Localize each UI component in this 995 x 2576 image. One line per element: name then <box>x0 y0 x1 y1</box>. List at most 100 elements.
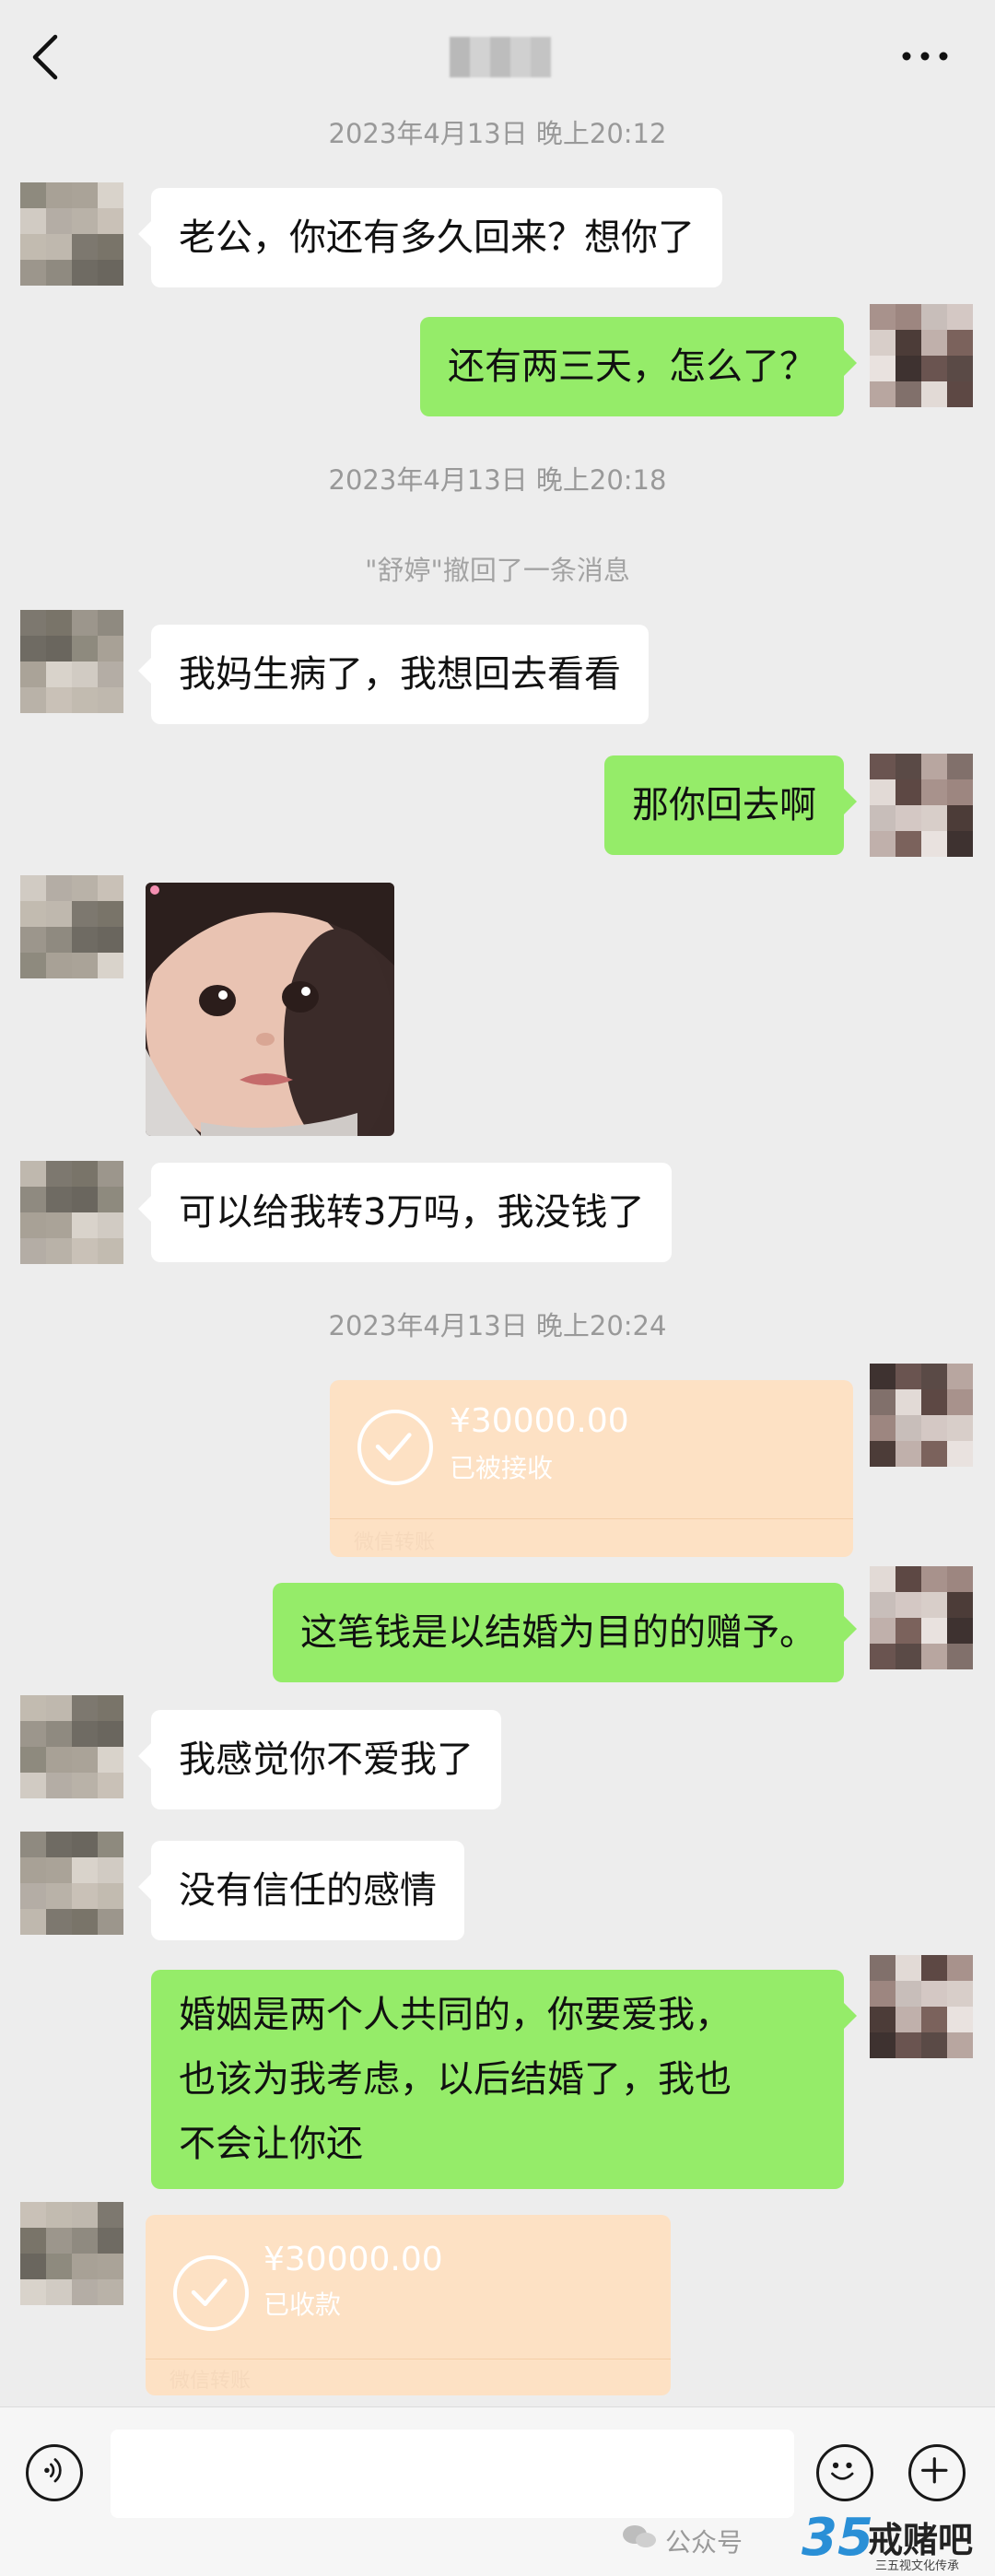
message-line: 也该为我考虑，以后结婚了，我也 <box>179 2058 732 2101</box>
avatar-pixel <box>20 1212 46 1238</box>
avatar-pixel <box>20 875 46 901</box>
avatar-pixel <box>896 2032 921 2058</box>
avatar-pixel <box>98 2228 123 2254</box>
avatar-pixel <box>98 636 123 662</box>
avatar-pixel <box>870 1644 896 1669</box>
avatar-pixel <box>72 1773 98 1798</box>
avatar-pixel <box>98 901 123 927</box>
avatar-her[interactable] <box>20 610 123 713</box>
message-me[interactable]: 还有两三天，怎么了？ <box>420 317 857 416</box>
avatar-pixel <box>947 1364 973 1389</box>
avatar-me[interactable] <box>870 1364 973 1467</box>
avatar-her[interactable] <box>20 1832 123 1935</box>
voice-icon[interactable] <box>26 2444 83 2501</box>
avatar-pixel <box>947 1955 973 1981</box>
message-her[interactable]: 没有信任的感情 <box>138 1841 464 1940</box>
avatar-pixel <box>98 1695 123 1721</box>
avatar-pixel <box>870 1415 896 1441</box>
avatar-pixel <box>98 953 123 978</box>
avatar-pixel <box>870 1592 896 1618</box>
avatar-pixel <box>896 1592 921 1618</box>
avatar-pixel <box>98 2279 123 2305</box>
avatar-her[interactable] <box>20 875 123 978</box>
avatar-me[interactable] <box>870 1566 973 1669</box>
avatar-pixel <box>921 1566 947 1592</box>
chevron-left-icon[interactable] <box>26 31 66 83</box>
avatar-pixel <box>870 330 896 356</box>
avatar-pixel <box>870 304 896 330</box>
avatar-pixel <box>870 831 896 857</box>
avatar-pixel <box>72 610 98 636</box>
transfer-card-sent[interactable]: ¥30000.00 已被接收 微信转账 <box>330 1380 853 1557</box>
avatar-pixel <box>46 234 72 260</box>
avatar-pixel <box>72 2202 98 2228</box>
avatar-pixel <box>921 1389 947 1415</box>
avatar-pixel <box>98 260 123 286</box>
message-me[interactable]: 那你回去啊 <box>604 755 857 855</box>
avatar-pixel <box>98 1857 123 1883</box>
image-message-child-photo[interactable] <box>146 883 394 1136</box>
avatar-pixel <box>98 234 123 260</box>
avatar-pixel <box>98 1883 123 1909</box>
avatar-pixel <box>921 1415 947 1441</box>
avatar-pixel <box>46 1187 72 1212</box>
avatar-pixel <box>947 2007 973 2032</box>
avatar-pixel <box>896 1618 921 1644</box>
avatar-pixel <box>72 1857 98 1883</box>
avatar-pixel <box>896 356 921 381</box>
avatar-pixel <box>870 805 896 831</box>
avatar-her[interactable] <box>20 2202 123 2305</box>
contact-name-blurred <box>450 37 551 77</box>
avatar-pixel <box>46 1695 72 1721</box>
avatar-pixel <box>947 831 973 857</box>
avatar-pixel <box>947 1415 973 1441</box>
avatar-pixel <box>870 779 896 805</box>
avatar-pixel <box>896 381 921 407</box>
watermark-slogan: 三五视文化传承 <box>875 2559 960 2573</box>
avatar-me[interactable] <box>870 1955 973 2058</box>
avatar-pixel <box>870 1441 896 1467</box>
avatar-pixel <box>20 2202 46 2228</box>
avatar-pixel <box>921 779 947 805</box>
avatar-pixel <box>98 927 123 953</box>
message-me[interactable]: 婚姻是两个人共同的，你要爱我， 也该为我考虑，以后结婚了，我也 不会让你还 <box>151 1970 857 2189</box>
top-bar <box>0 0 995 111</box>
more-dots-icon[interactable] <box>899 42 951 70</box>
avatar-pixel <box>46 1857 72 1883</box>
timestamp: 2023年4月13日 晚上20:18 <box>328 464 667 496</box>
avatar-pixel <box>20 2254 46 2279</box>
avatar-me[interactable] <box>870 754 973 857</box>
avatar-pixel <box>98 1212 123 1238</box>
message-her[interactable]: 老公，你还有多久回来？想你了 <box>138 188 722 287</box>
avatar-her[interactable] <box>20 1695 123 1798</box>
message-her[interactable]: 我妈生病了，我想回去看看 <box>138 625 649 724</box>
avatar-me[interactable] <box>870 304 973 407</box>
avatar-pixel <box>72 1747 98 1773</box>
avatar-pixel <box>46 636 72 662</box>
checkmark-icon <box>173 2255 249 2331</box>
avatar-pixel <box>896 805 921 831</box>
avatar-pixel <box>98 1187 123 1212</box>
avatar-pixel <box>72 208 98 234</box>
message-me[interactable]: 这笔钱是以结婚为目的的赠予。 <box>273 1583 857 1682</box>
message-her[interactable]: 可以给我转3万吗，我没钱了 <box>137 1163 673 1262</box>
avatar-pixel <box>20 1161 46 1187</box>
transfer-amount: ¥30000.00 <box>263 2241 443 2278</box>
timestamp: 2023年4月13日 晚上20:12 <box>328 118 667 149</box>
avatar-pixel <box>947 330 973 356</box>
avatar-pixel <box>98 875 123 901</box>
avatar-pixel <box>896 754 921 779</box>
avatar-her[interactable] <box>20 1161 123 1264</box>
avatar-pixel <box>20 901 46 927</box>
emoji-icon[interactable] <box>816 2444 873 2501</box>
avatar-pixel <box>98 1909 123 1935</box>
avatar-her[interactable] <box>20 182 123 286</box>
plus-icon[interactable] <box>908 2444 966 2501</box>
transfer-card-received[interactable]: ¥30000.00 已收款 微信转账 <box>146 2215 671 2395</box>
avatar-pixel <box>921 1592 947 1618</box>
avatar-pixel <box>921 381 947 407</box>
avatar-pixel <box>98 182 123 208</box>
message-her[interactable]: 我感觉你不爱我了 <box>138 1710 501 1809</box>
avatar-pixel <box>72 260 98 286</box>
avatar-pixel <box>921 831 947 857</box>
